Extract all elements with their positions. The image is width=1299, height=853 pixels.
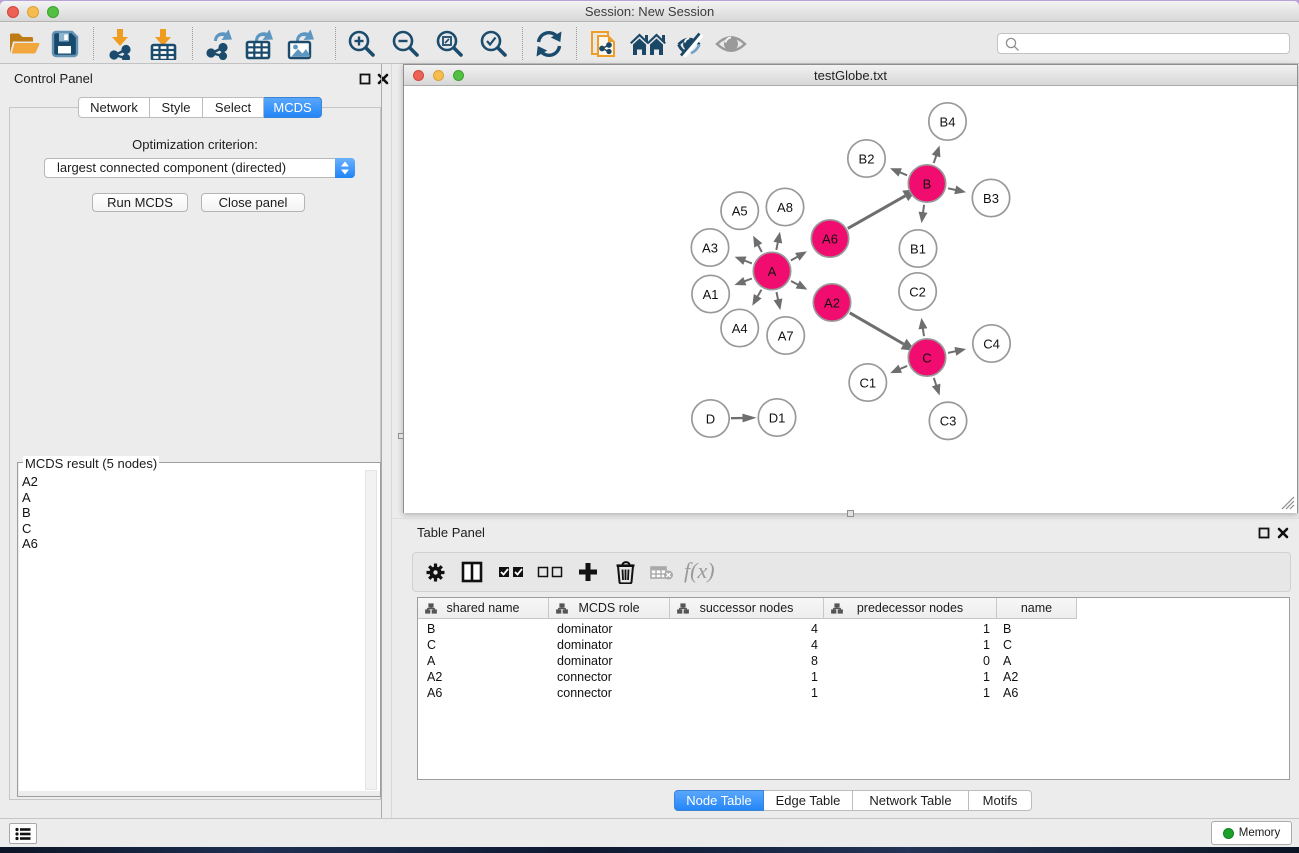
svg-text:C1: C1 [859,375,876,390]
svg-text:B2: B2 [859,151,875,166]
svg-text:C: C [922,350,931,365]
svg-text:A6: A6 [822,231,838,246]
svg-text:A: A [768,264,777,279]
svg-text:D: D [706,411,715,426]
svg-text:B4: B4 [940,114,956,129]
svg-text:A3: A3 [702,240,718,255]
svg-text:A7: A7 [778,328,794,343]
svg-text:A5: A5 [732,204,748,219]
svg-text:A8: A8 [777,200,793,215]
svg-text:B: B [923,176,932,191]
svg-text:D1: D1 [769,410,786,425]
svg-text:B1: B1 [910,241,926,256]
svg-text:C2: C2 [909,284,926,299]
svg-text:A1: A1 [703,287,719,302]
svg-text:A2: A2 [824,295,840,310]
svg-text:A4: A4 [732,321,748,336]
svg-text:C3: C3 [940,414,957,429]
svg-text:C4: C4 [983,336,1000,351]
svg-text:B3: B3 [983,191,999,206]
